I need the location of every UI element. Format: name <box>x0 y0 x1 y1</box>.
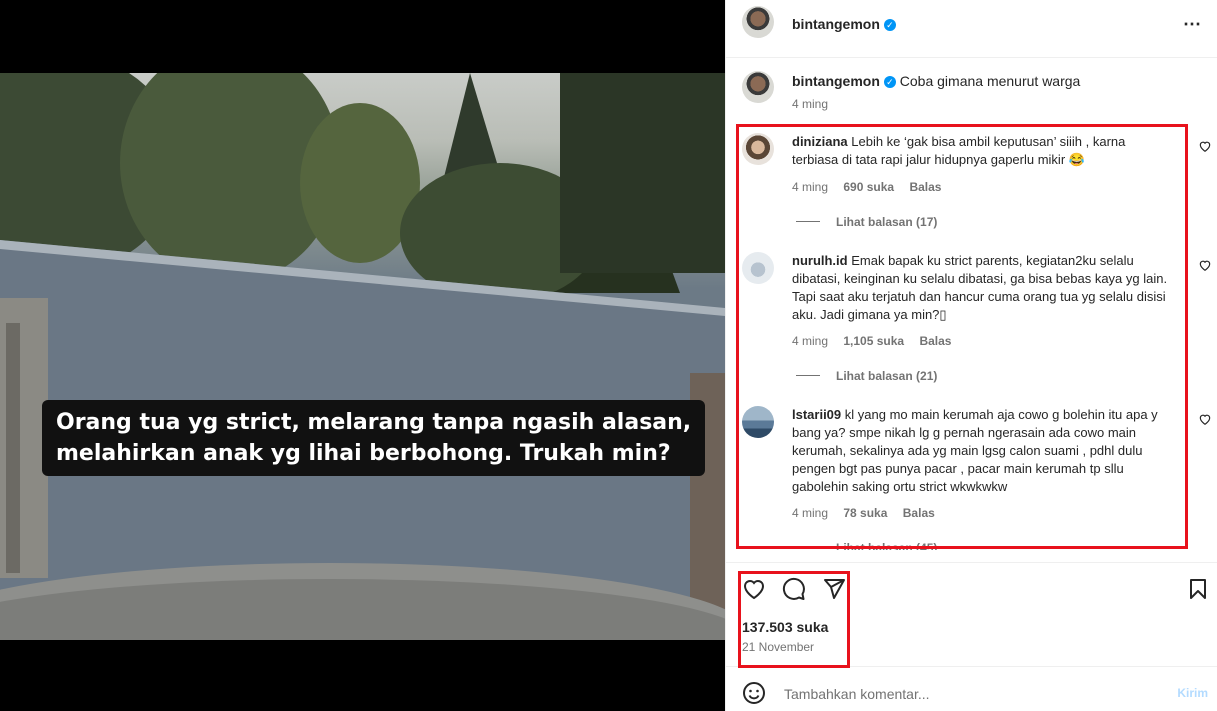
comment-text: kl yang mo main kerumah aja cowo g boleh… <box>792 407 1158 494</box>
view-replies-button[interactable]: Lihat balasan (45) <box>796 541 938 555</box>
comment-heart-icon[interactable] <box>1198 412 1212 426</box>
reply-button[interactable]: Balas <box>903 506 935 520</box>
overlay-text-line-2: melahirkan anak yg lihai berbohong. Truk… <box>56 441 671 466</box>
reply-button[interactable]: Balas <box>909 180 941 194</box>
commenter-avatar[interactable] <box>742 133 774 165</box>
view-replies-label: Lihat balasan (45) <box>836 541 938 555</box>
post-media: Orang tua yg strict, melarang tanpa ngas… <box>0 0 725 711</box>
comment-likes[interactable]: 1,105 suka <box>843 334 904 348</box>
heart-icon[interactable] <box>742 577 766 601</box>
comment-time[interactable]: 4 ming <box>792 180 828 194</box>
post-header: bintangemon ✓ <box>792 16 896 34</box>
composer-divider <box>726 666 1217 667</box>
verified-icon: ✓ <box>883 76 896 88</box>
comment-time[interactable]: 4 ming <box>792 506 828 520</box>
caption-avatar[interactable] <box>742 71 774 103</box>
post-sidebar: bintangemon ✓ ⋯ bintangemon ✓ Coba gimana … <box>725 0 1217 711</box>
commenter-username[interactable]: lstarii09 <box>792 407 841 422</box>
commenter-avatar[interactable] <box>742 252 774 284</box>
more-icon[interactable]: ⋯ <box>1183 14 1202 35</box>
emoji-icon[interactable] <box>742 681 766 705</box>
comment-input[interactable] <box>782 682 1146 706</box>
replies-line <box>796 221 820 222</box>
photo-scene <box>0 73 725 640</box>
comment-text: Emak bapak ku strict parents, kegiatan2k… <box>792 253 1168 322</box>
post-comment-button[interactable]: Kirim <box>1177 686 1208 700</box>
view-replies-button[interactable]: Lihat balasan (17) <box>796 215 937 229</box>
comment-heart-icon[interactable] <box>1198 258 1212 272</box>
verified-icon: ✓ <box>883 19 896 31</box>
comment-icon[interactable] <box>782 577 806 601</box>
comment-meta: 4 ming 78 suka Balas <box>792 506 947 520</box>
replies-line <box>796 547 820 548</box>
like-count[interactable]: 137.503 suka <box>742 619 828 635</box>
caption-text: Coba gimana menurut warga <box>899 73 1081 89</box>
comment-likes[interactable]: 78 suka <box>843 506 887 520</box>
post-photo: Orang tua yg strict, melarang tanpa ngas… <box>0 73 725 640</box>
view-replies-button[interactable]: Lihat balasan (21) <box>796 369 937 383</box>
comment-body: nurulh.id Emak bapak ku strict parents, … <box>792 252 1172 324</box>
comment-meta: 4 ming 1,105 suka Balas <box>792 334 963 348</box>
commenter-username[interactable]: diniziana <box>792 134 848 149</box>
bookmark-icon[interactable] <box>1186 577 1210 601</box>
commenter-username[interactable]: nurulh.id <box>792 253 848 268</box>
replies-line <box>796 375 820 376</box>
commenter-avatar[interactable] <box>742 406 774 438</box>
comment-heart-icon[interactable] <box>1198 139 1212 153</box>
overlay-text-line-1: Orang tua yg strict, melarang tanpa ngas… <box>56 410 692 435</box>
author-username[interactable]: bintangemon <box>792 16 880 32</box>
author-avatar[interactable] <box>742 6 774 38</box>
reply-button[interactable]: Balas <box>919 334 951 348</box>
comment-meta: 4 ming 690 suka Balas <box>792 180 953 194</box>
view-replies-label: Lihat balasan (17) <box>836 215 938 229</box>
caption-time[interactable]: 4 ming <box>792 97 828 111</box>
comment-likes[interactable]: 690 suka <box>843 180 894 194</box>
actions-divider <box>726 562 1217 563</box>
comment-body: lstarii09 kl yang mo main kerumah aja co… <box>792 406 1172 496</box>
comment-time[interactable]: 4 ming <box>792 334 828 348</box>
post-caption: bintangemon ✓ Coba gimana menurut warga <box>792 73 1080 89</box>
post-date[interactable]: 21 November <box>742 640 814 654</box>
comment-body: diniziana Lebih ke ‘gak bisa ambil keput… <box>792 133 1172 169</box>
share-icon[interactable] <box>822 577 846 601</box>
overlay-text: Orang tua yg strict, melarang tanpa ngas… <box>42 400 706 476</box>
caption-username[interactable]: bintangemon <box>792 73 880 89</box>
header-divider <box>726 57 1217 58</box>
view-replies-label: Lihat balasan (21) <box>836 369 938 383</box>
